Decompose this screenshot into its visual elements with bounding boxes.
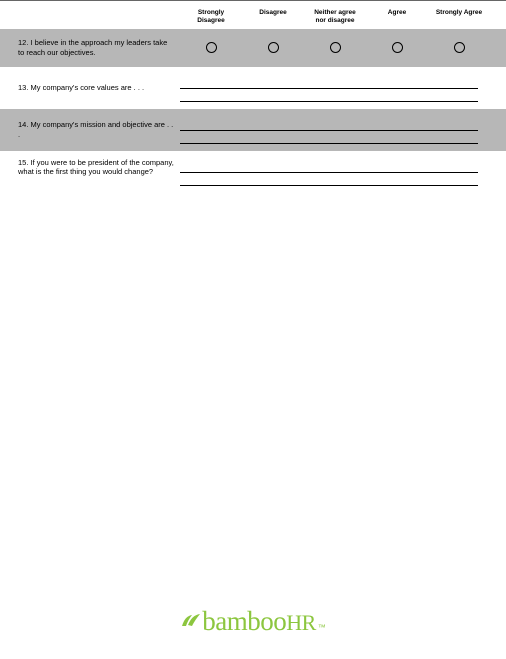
q12-radio-strongly-agree[interactable] xyxy=(454,42,465,53)
q12-radio-agree[interactable] xyxy=(392,42,403,53)
bamboohr-logo: bambooHR™ xyxy=(180,606,326,637)
scale-label-disagree: Disagree xyxy=(248,9,298,25)
question-15-text: 15. If you were to be president of the c… xyxy=(18,158,174,178)
q12-radio-disagree[interactable] xyxy=(268,42,279,53)
question-12-radios xyxy=(180,42,506,53)
question-14-answer-lines[interactable] xyxy=(180,116,506,144)
scale-label-strongly-disagree: Strongly Disagree xyxy=(186,9,236,25)
question-15-row: 15. If you were to be president of the c… xyxy=(0,151,506,193)
question-15-answer-lines[interactable] xyxy=(180,158,506,186)
scale-label-neither: Neither agree nor disagree xyxy=(310,9,360,25)
logo-trademark: ™ xyxy=(318,623,326,632)
question-13-text: 13. My company's core values are . . . xyxy=(18,83,174,93)
question-13-row: 13. My company's core values are . . . xyxy=(0,67,506,109)
question-13-answer-lines[interactable] xyxy=(180,74,506,102)
question-14-row: 14. My company's mission and objective a… xyxy=(0,109,506,151)
question-12-text: 12. I believe in the approach my leaders… xyxy=(18,38,174,58)
footer: bambooHR™ xyxy=(0,606,506,637)
leaf-icon xyxy=(180,612,202,633)
scale-label-strongly-agree: Strongly Agree xyxy=(434,9,484,25)
logo-text: bambooHR xyxy=(202,606,316,637)
scale-header: Strongly Disagree Disagree Neither agree… xyxy=(0,1,506,29)
question-12-row: 12. I believe in the approach my leaders… xyxy=(0,29,506,67)
q12-radio-neither[interactable] xyxy=(330,42,341,53)
q12-radio-strongly-disagree[interactable] xyxy=(206,42,217,53)
question-14-text: 14. My company's mission and objective a… xyxy=(18,120,174,140)
scale-label-agree: Agree xyxy=(372,9,422,25)
